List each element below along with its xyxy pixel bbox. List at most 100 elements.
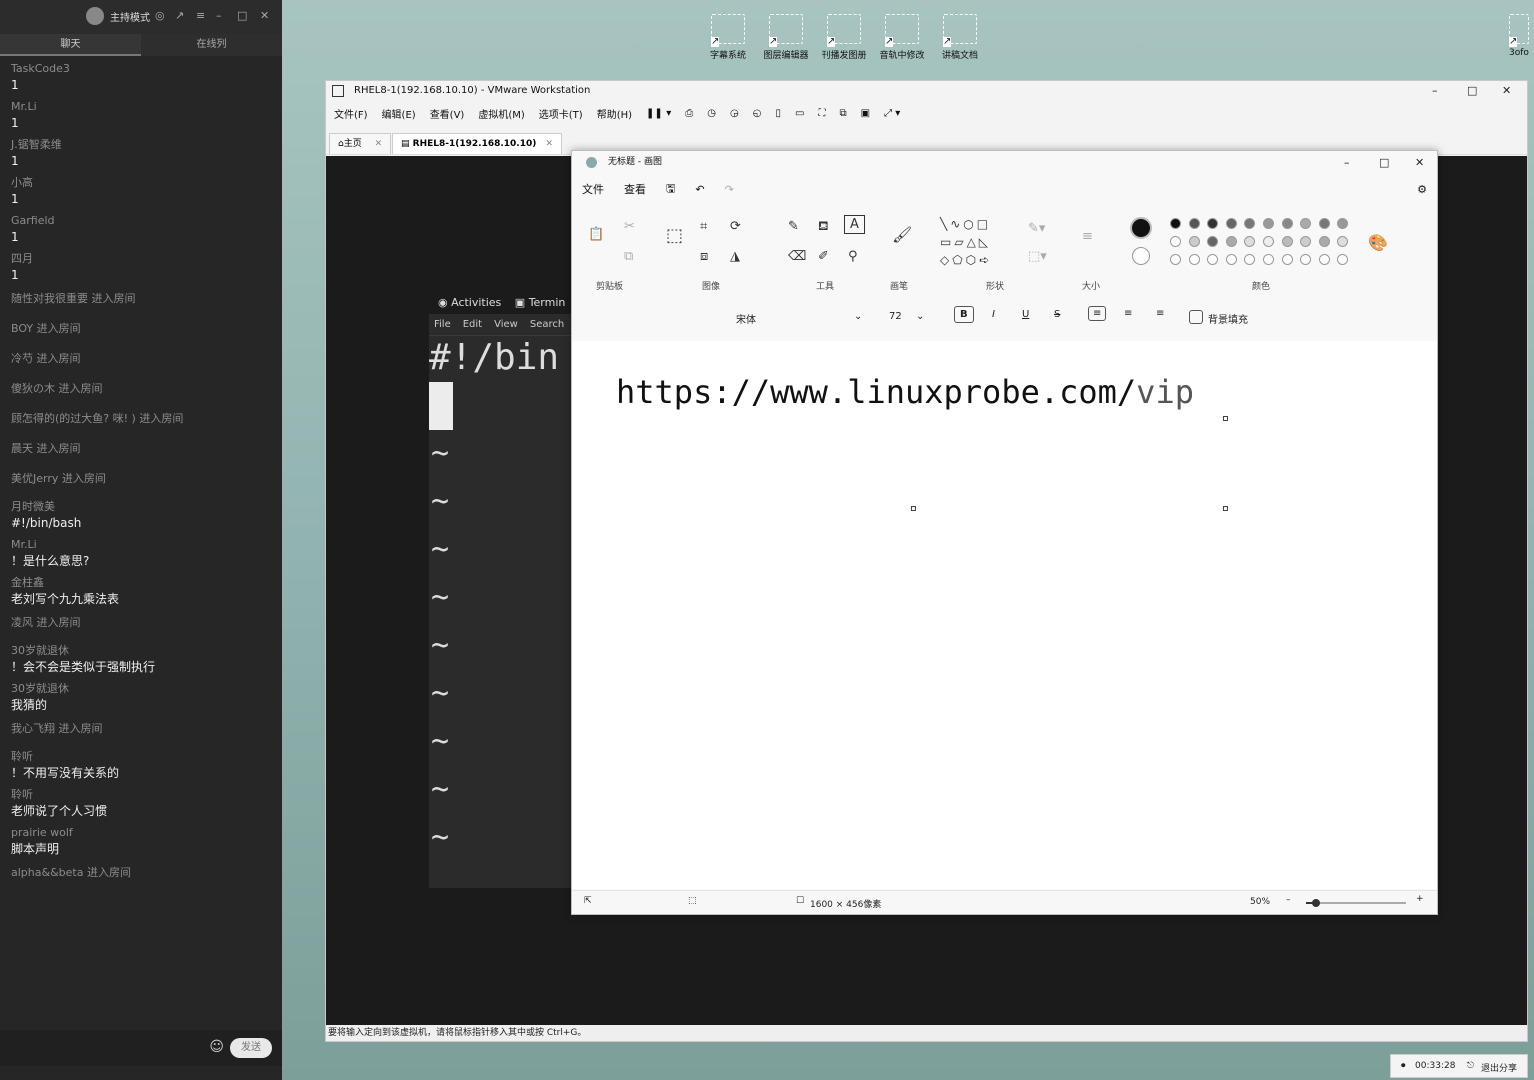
align-left-button[interactable]: ≡ [1088, 306, 1107, 321]
close-icon[interactable]: ✕ [260, 9, 269, 22]
fill-icon[interactable]: ⛾ [818, 219, 829, 236]
resize-handle[interactable] [1223, 506, 1228, 511]
popout-icon[interactable]: ↗ [175, 9, 184, 22]
minimize-icon[interactable]: – [1432, 81, 1438, 101]
color-swatch[interactable] [1225, 254, 1237, 265]
align-center-button[interactable]: ≡ [1124, 308, 1132, 319]
maximize-icon[interactable]: □ [1467, 81, 1477, 101]
stretch-icon[interactable]: ⤢ ▾ [884, 108, 900, 119]
cut-icon[interactable]: ✂ [624, 219, 635, 234]
unity-icon[interactable]: ⧉ [839, 108, 846, 119]
tab-chat[interactable]: 聊天 [0, 34, 141, 56]
size-select[interactable]: 72 [889, 311, 902, 322]
crop-icon[interactable]: ⌗ [700, 219, 707, 234]
term-menu-view[interactable]: View [494, 319, 518, 330]
font-select[interactable]: 宋体 [736, 311, 756, 326]
shape-fill-icon[interactable]: ⬚▾ [1028, 249, 1047, 264]
undo-icon[interactable]: ↶ [695, 183, 704, 196]
paste-icon[interactable]: 📋 [588, 227, 604, 242]
color-swatch[interactable] [1318, 254, 1330, 265]
thumbnail-view-icon[interactable]: ▭ [795, 108, 804, 119]
terminal-app-label[interactable]: Termin [529, 296, 566, 309]
color-swatch[interactable] [1318, 218, 1330, 229]
color-swatch[interactable] [1337, 254, 1349, 265]
tab-home[interactable]: ⌂主页 ✕ [329, 133, 392, 154]
magnifier-icon[interactable]: ⚲ [848, 249, 858, 264]
brush-icon[interactable]: 🖌 [892, 225, 912, 244]
pencil-icon[interactable]: ✎ [788, 219, 799, 234]
bg-fill-checkbox[interactable] [1189, 310, 1203, 324]
color-swatch[interactable] [1300, 236, 1312, 247]
menu-icon[interactable]: ≡ [196, 9, 205, 22]
save-icon[interactable]: 🖫 [666, 180, 675, 199]
fullscreen-icon[interactable]: ⛶ [818, 108, 825, 119]
menu-view[interactable]: 查看(V) [430, 106, 465, 121]
term-menu-edit[interactable]: Edit [463, 319, 482, 330]
color-swatch[interactable] [1188, 236, 1200, 247]
revert-snapshot-icon[interactable]: ◶ [730, 108, 739, 119]
close-tab-icon[interactable]: ✕ [546, 139, 554, 149]
console-icon[interactable]: ▣ [861, 108, 870, 119]
exit-share-button[interactable]: 退出分享 [1481, 1061, 1517, 1074]
zoom-out-button[interactable]: – [1286, 895, 1291, 905]
desktop-shortcut-1[interactable]: 字幕系统 [702, 14, 754, 61]
color-swatch[interactable] [1263, 254, 1274, 265]
zoom-slider-thumb[interactable] [1312, 899, 1320, 907]
color-swatch[interactable] [1170, 236, 1181, 247]
color-swatch[interactable] [1207, 254, 1219, 265]
shapes-row-1-icon[interactable]: ╲∿○□ [940, 217, 991, 231]
minimize-icon[interactable]: – [1344, 152, 1350, 174]
menu-help[interactable]: 帮助(H) [597, 106, 632, 121]
zoom-slider[interactable] [1306, 899, 1406, 907]
maximize-icon[interactable]: □ [1379, 152, 1389, 174]
color-swatch[interactable] [1244, 254, 1256, 265]
color-picker-icon[interactable]: ✐ [818, 249, 829, 264]
color2-swatch[interactable] [1132, 247, 1150, 265]
color-swatch[interactable] [1263, 218, 1274, 229]
color-swatch[interactable] [1244, 236, 1256, 247]
color-swatch[interactable] [1188, 218, 1200, 229]
tab-vm[interactable]: ▤ RHEL8-1(192.168.10.10) ✕ [392, 133, 563, 154]
copy-icon[interactable]: ⧉ [624, 249, 633, 264]
send-ctrl-alt-del-icon[interactable]: ⎙ [685, 108, 693, 119]
shapes-row-2-icon[interactable]: ▭▱△◺ [940, 235, 991, 249]
desktop-shortcut-6[interactable]: 3ofo [1504, 14, 1534, 58]
resize-icon[interactable]: ⧈ [700, 249, 708, 264]
outline-icon[interactable]: ✎▾ [1028, 221, 1045, 236]
canvas-text[interactable]: https://www.linuxprobe.com/vip [616, 373, 1194, 411]
settings-icon[interactable]: ⚙ [1417, 183, 1427, 196]
color-swatch[interactable] [1281, 236, 1293, 247]
minimize-icon[interactable]: – [216, 9, 222, 22]
menu-edit[interactable]: 编辑(E) [382, 106, 416, 121]
color-swatch[interactable] [1300, 254, 1312, 265]
shapes-row-3-icon[interactable]: ◇⬠⬡➪ [940, 253, 992, 267]
text-tool-icon[interactable]: A [844, 215, 865, 234]
activities-button[interactable]: Activities [451, 296, 501, 309]
color-swatch[interactable] [1318, 236, 1330, 247]
color-swatch[interactable] [1207, 236, 1219, 247]
desktop-shortcut-3[interactable]: 刊播发图册 [818, 14, 870, 61]
menu-file[interactable]: 文件(F) [334, 106, 368, 121]
redo-icon[interactable]: ↷ [725, 183, 734, 196]
underline-button[interactable]: U [1022, 309, 1029, 320]
paint-menu-file[interactable]: 文件 [582, 181, 604, 197]
edit-colors-icon[interactable]: 🎨 [1368, 233, 1388, 252]
term-menu-search[interactable]: Search [530, 319, 564, 330]
emoji-icon[interactable]: ☺ [209, 1039, 224, 1055]
snapshot-icon[interactable]: ◷ [707, 108, 716, 119]
paint-canvas[interactable]: https://www.linuxprobe.com/vip [572, 341, 1437, 889]
color1-swatch[interactable] [1130, 217, 1152, 239]
paint-menu-view[interactable]: 查看 [624, 181, 646, 197]
send-button[interactable]: 发送 [230, 1038, 272, 1058]
menu-vm[interactable]: 虚拟机(M) [478, 106, 524, 121]
bold-button[interactable]: B [954, 306, 974, 323]
color-swatch[interactable] [1281, 218, 1293, 229]
pause-icon[interactable]: ❚❚ ▾ [646, 108, 671, 119]
resize-handle[interactable] [1223, 416, 1228, 421]
chevron-down-icon[interactable]: ⌄ [916, 311, 924, 322]
italic-button[interactable]: I [992, 309, 995, 320]
flip-icon[interactable]: ◮ [730, 249, 740, 264]
resize-handle[interactable] [911, 506, 916, 511]
color-swatch[interactable] [1263, 236, 1274, 247]
color-swatch[interactable] [1207, 218, 1219, 229]
